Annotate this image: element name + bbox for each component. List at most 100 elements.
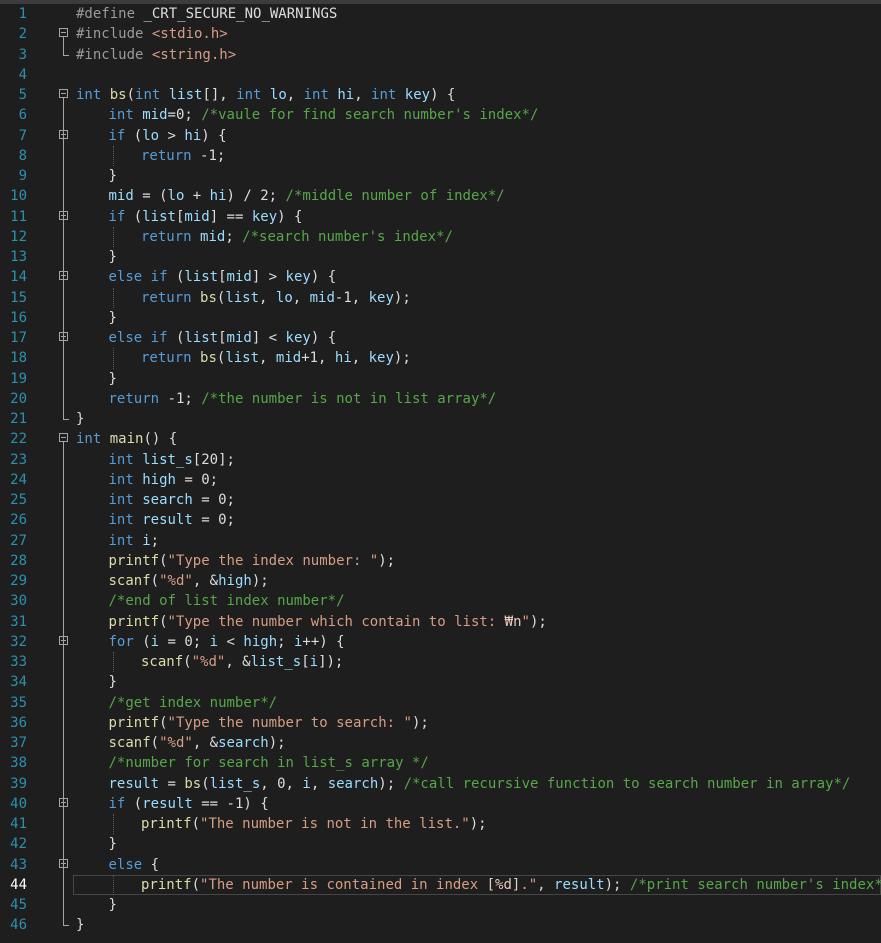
code-line[interactable]: 27 int i;	[0, 530, 881, 551]
code-line[interactable]: 18 return bs(list, mid+1, hi, key);	[0, 348, 881, 369]
collapse-toggle-icon[interactable]	[59, 28, 68, 38]
code-line[interactable]: 17 else if (list[mid] < key) {	[0, 328, 881, 349]
collapse-toggle-icon[interactable]	[59, 635, 68, 645]
code-text[interactable]: if (list[mid] == key) {	[109, 207, 303, 227]
code-text[interactable]: }	[109, 247, 117, 267]
code-text[interactable]: else if (list[mid] > key) {	[109, 267, 337, 287]
code-text[interactable]: printf("Type the number which contain to…	[109, 612, 547, 632]
code-line[interactable]: 2 #include <stdio.h>	[0, 24, 881, 45]
code-text[interactable]: }	[109, 672, 117, 692]
code-text[interactable]: }	[109, 834, 117, 854]
code-line[interactable]: 25 int search = 0;	[0, 490, 881, 511]
code-text[interactable]: }	[76, 915, 84, 935]
code-text[interactable]: printf("Type the index number: ");	[109, 551, 396, 571]
code-text[interactable]: else {	[109, 855, 160, 875]
code-text[interactable]: int i;	[109, 531, 160, 551]
code-line[interactable]: 1 #define _CRT_SECURE_NO_WARNINGS	[0, 4, 881, 24]
code-text[interactable]: /*number for search in list_s array */	[109, 753, 429, 773]
code-text[interactable]: return -1;	[141, 146, 225, 166]
code-line[interactable]: 36 printf("Type the number to search: ");	[0, 712, 881, 733]
code-text[interactable]: scanf("%d", &search);	[109, 733, 286, 753]
code-text[interactable]: return bs(list, lo, mid-1, key);	[141, 288, 411, 308]
code-line[interactable]: 41 printf("The number is not in the list.…	[0, 814, 881, 835]
code-line[interactable]: 44 printf("The number is contained in ind…	[0, 874, 881, 895]
code-line[interactable]: 42}	[0, 834, 881, 855]
code-line[interactable]: 30 /*end of list index number*/	[0, 591, 881, 612]
code-line[interactable]: 40 if (result == -1) {	[0, 793, 881, 814]
code-text[interactable]: int search = 0;	[109, 490, 235, 510]
code-text[interactable]: int bs(int list[], int lo, int hi, int k…	[76, 85, 455, 105]
code-line[interactable]: 33 scanf("%d", &list_s[i]);	[0, 652, 881, 673]
code-line[interactable]: 3 #include <string.h>	[0, 44, 881, 65]
code-text[interactable]: }	[109, 369, 117, 389]
code-text[interactable]: #include <stdio.h>	[76, 24, 228, 44]
code-line[interactable]: 16}	[0, 307, 881, 328]
code-text[interactable]: #define _CRT_SECURE_NO_WARNINGS	[76, 4, 337, 24]
code-line[interactable]: 28 printf("Type the index number: ");	[0, 550, 881, 571]
code-text[interactable]: /*get index number*/	[109, 693, 278, 713]
collapse-toggle-icon[interactable]	[59, 858, 68, 868]
code-line[interactable]: 10 mid = (lo + hi) / 2; /*middle number o…	[0, 186, 881, 207]
code-text[interactable]: printf("The number is not in the list.")…	[141, 814, 487, 834]
code-text[interactable]: }	[76, 409, 84, 429]
code-line[interactable]: 45}	[0, 895, 881, 916]
code-line[interactable]: 21}	[0, 409, 881, 429]
code-line[interactable]: 32 for (i = 0; i < high; i++) {	[0, 631, 881, 652]
code-text[interactable]: if (lo > hi) {	[109, 126, 227, 146]
code-line[interactable]: 9}	[0, 166, 881, 187]
code-line[interactable]: 31 printf("Type the number which contain …	[0, 611, 881, 632]
code-line[interactable]: 8 return -1;	[0, 145, 881, 166]
code-text[interactable]: /*end of list index number*/	[109, 591, 345, 611]
code-line[interactable]: 46}	[0, 915, 881, 935]
code-text[interactable]: }	[109, 166, 117, 186]
code-text[interactable]: scanf("%d", &list_s[i]);	[141, 652, 343, 672]
code-line[interactable]: 22 int main() {	[0, 429, 881, 450]
code-line[interactable]: 39 result = bs(list_s, 0, i, search); /*c…	[0, 773, 881, 794]
code-text[interactable]: for (i = 0; i < high; i++) {	[109, 632, 345, 652]
collapse-toggle-icon[interactable]	[59, 433, 68, 443]
collapse-toggle-icon[interactable]	[59, 271, 68, 281]
code-text[interactable]: }	[109, 308, 117, 328]
code-text[interactable]: result = bs(list_s, 0, i, search); /*cal…	[109, 774, 851, 794]
collapse-toggle-icon[interactable]	[59, 129, 68, 139]
code-line[interactable]: 23 int list_s[20];	[0, 449, 881, 470]
code-text[interactable]: int result = 0;	[109, 510, 235, 530]
code-line[interactable]: 13}	[0, 247, 881, 268]
code-text[interactable]: if (result == -1) {	[109, 794, 269, 814]
code-text[interactable]: #include <string.h>	[76, 45, 236, 65]
code-line[interactable]: 15 return bs(list, lo, mid-1, key);	[0, 287, 881, 308]
code-text[interactable]: int high = 0;	[109, 470, 219, 490]
code-editor[interactable]: 1 #define _CRT_SECURE_NO_WARNINGS 2 #includ…	[0, 4, 881, 936]
code-line[interactable]: 43 else {	[0, 854, 881, 875]
collapse-toggle-icon[interactable]	[59, 89, 68, 98]
code-line[interactable]: 6 int mid=0; /*vaule for find search numb…	[0, 105, 881, 126]
code-line[interactable]: 14 else if (list[mid] > key) {	[0, 267, 881, 288]
code-line[interactable]: 24 int high = 0;	[0, 469, 881, 490]
code-line[interactable]: 37 scanf("%d", &search);	[0, 733, 881, 754]
code-line[interactable]: 35 /*get index number*/	[0, 692, 881, 713]
code-line[interactable]: 7 if (lo > hi) {	[0, 125, 881, 146]
code-text[interactable]: scanf("%d", &high);	[109, 571, 269, 591]
code-text[interactable]: return mid; /*search number's index*/	[141, 227, 453, 247]
collapse-toggle-icon[interactable]	[59, 797, 68, 807]
code-text[interactable]: int list_s[20];	[109, 450, 235, 470]
code-line[interactable]: 19}	[0, 368, 881, 389]
code-line[interactable]: 38 /*number for search in list_s array */	[0, 753, 881, 774]
code-text[interactable]: int main() {	[76, 429, 177, 449]
code-line[interactable]: 5 int bs(int list[], int lo, int hi, int …	[0, 85, 881, 106]
code-text[interactable]: return -1; /*the number is not in list a…	[109, 389, 497, 409]
code-line[interactable]: 20 return -1; /*the number is not in list…	[0, 388, 881, 409]
code-text[interactable]: printf("Type the number to search: ");	[109, 713, 429, 733]
code-line[interactable]: 12 return mid; /*search number's index*/	[0, 226, 881, 247]
code-line[interactable]: 34}	[0, 672, 881, 693]
code-line[interactable]: 29 scanf("%d", &high);	[0, 571, 881, 592]
code-text[interactable]: else if (list[mid] < key) {	[109, 328, 337, 348]
code-text[interactable]: }	[109, 895, 117, 915]
code-line[interactable]: 26 int result = 0;	[0, 510, 881, 531]
code-text[interactable]: int mid=0; /*vaule for find search numbe…	[109, 105, 539, 125]
code-text[interactable]: mid = (lo + hi) / 2; /*middle number of …	[109, 186, 505, 206]
code-text[interactable]: return bs(list, mid+1, hi, key);	[141, 348, 411, 368]
collapse-toggle-icon[interactable]	[59, 332, 68, 341]
collapse-toggle-icon[interactable]	[59, 210, 68, 220]
code-text[interactable]: printf("The number is contained in index…	[141, 875, 881, 895]
